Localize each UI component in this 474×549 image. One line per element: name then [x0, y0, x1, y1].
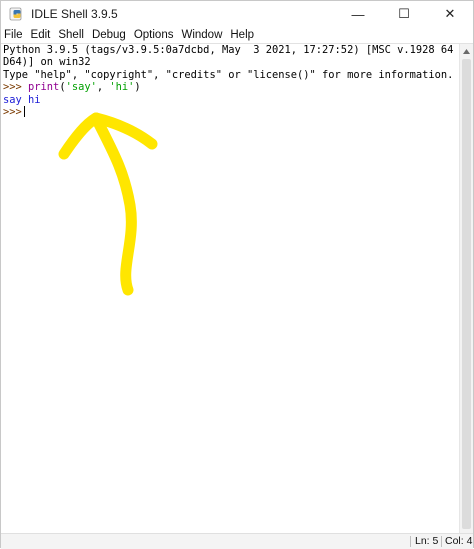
- title-bar[interactable]: IDLE Shell 3.9.5 — ☐ ✕: [1, 1, 473, 27]
- string-arg: 'hi': [109, 81, 135, 94]
- menu-edit[interactable]: Edit: [27, 28, 55, 43]
- column-number: Col: 4: [445, 535, 473, 547]
- scroll-up-button[interactable]: [460, 44, 473, 58]
- shell-text-area[interactable]: Python 3.9.5 (tags/v3.9.5:0a7dcbd, May 3…: [1, 44, 459, 533]
- menu-options[interactable]: Options: [130, 28, 178, 43]
- line-number: Ln: 5: [415, 535, 439, 547]
- window-title: IDLE Shell 3.9.5: [31, 7, 118, 21]
- shell-prompt: >>>: [3, 106, 22, 119]
- minimize-button[interactable]: —: [335, 1, 381, 27]
- string-arg: 'say': [65, 81, 97, 94]
- command-output: say hi: [3, 93, 41, 106]
- menu-bar: File Edit Shell Debug Options Window Hel…: [1, 27, 473, 43]
- builtin-print: print: [28, 81, 60, 94]
- minimize-icon: —: [351, 6, 365, 22]
- close-button[interactable]: ✕: [427, 1, 473, 27]
- banner-line: D64)] on win32: [3, 56, 91, 69]
- menu-shell[interactable]: Shell: [54, 28, 88, 43]
- shell-prompt: >>>: [3, 81, 29, 94]
- menu-help[interactable]: Help: [226, 28, 258, 43]
- command-line: >>> print('say', 'hi'): [1, 81, 459, 93]
- active-prompt-line[interactable]: >>>: [1, 106, 459, 118]
- arg-separator: ,: [96, 81, 110, 94]
- banner-line: Type "help", "copyright", "credits" or "…: [3, 68, 454, 81]
- menu-debug[interactable]: Debug: [88, 28, 130, 43]
- menu-window[interactable]: Window: [177, 28, 226, 43]
- status-bar: Ln: 5 Col: 4: [1, 533, 473, 549]
- maximize-icon: ☐: [398, 6, 410, 21]
- status-divider: [410, 536, 411, 547]
- vertical-scrollbar[interactable]: [459, 44, 473, 533]
- python-idle-icon: [9, 7, 22, 21]
- menu-file[interactable]: File: [1, 28, 27, 43]
- text-caret: [23, 106, 25, 118]
- paren-close: ): [134, 81, 141, 94]
- maximize-button[interactable]: ☐: [381, 1, 427, 27]
- triangle-up-icon: [463, 48, 470, 54]
- idle-shell-window: IDLE Shell 3.9.5 — ☐ ✕ File Edit Shell D…: [0, 0, 474, 549]
- scroll-thumb[interactable]: [462, 59, 471, 529]
- banner-line: Python 3.9.5 (tags/v3.9.5:0a7dcbd, May 3…: [3, 44, 459, 56]
- close-icon: ✕: [444, 6, 456, 21]
- status-divider: [441, 536, 442, 547]
